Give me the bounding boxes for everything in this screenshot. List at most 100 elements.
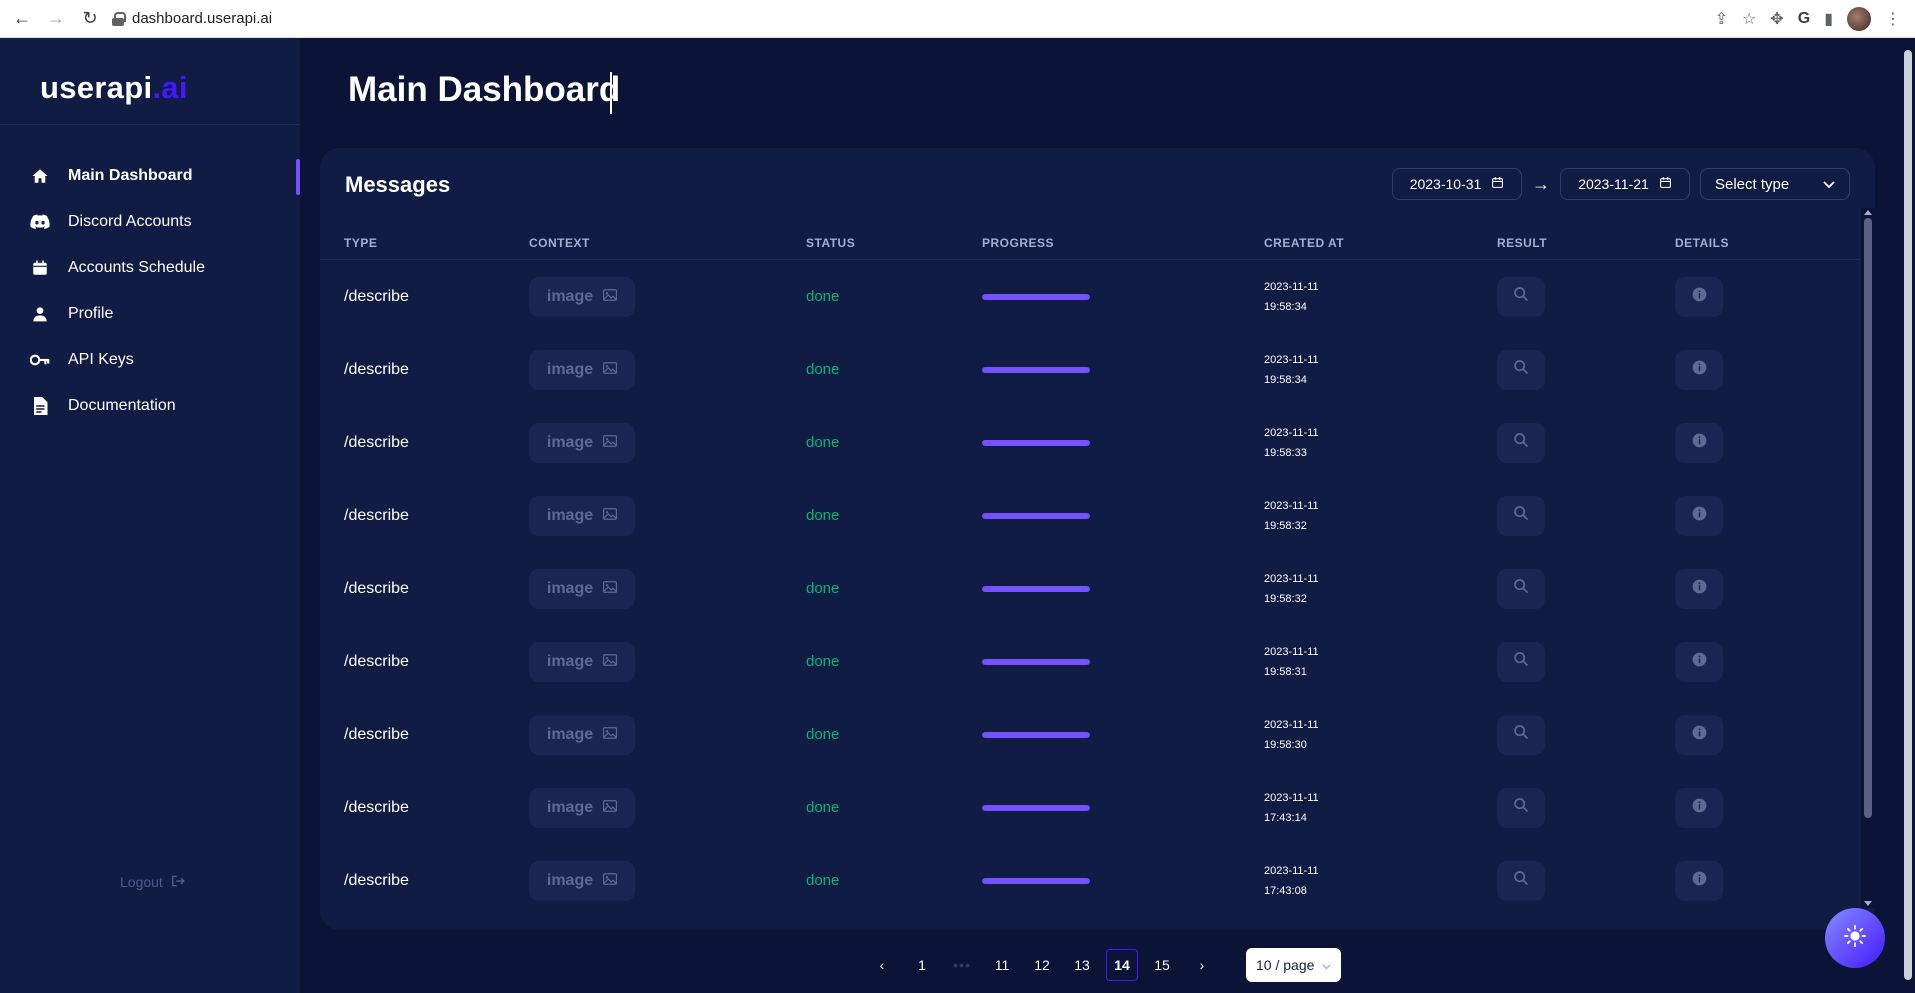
progress-bar-fill <box>982 731 1090 738</box>
context-image-button[interactable]: image <box>529 349 635 390</box>
created-at: 2023-11-11 19:58:32 <box>1264 569 1497 609</box>
sidebar-item-accounts-schedule[interactable]: Accounts Schedule <box>0 245 300 291</box>
address-bar[interactable]: dashboard.userapi.ai <box>112 10 272 27</box>
scroll-down-icon[interactable] <box>1864 901 1872 906</box>
details-info-button[interactable] <box>1675 568 1723 609</box>
text-cursor <box>610 72 612 114</box>
sun-icon <box>1844 924 1866 952</box>
details-info-button[interactable] <box>1675 349 1723 390</box>
page-size-select[interactable]: 10 / page <box>1246 948 1341 982</box>
messages-card: Messages 2023-10-31 → 2023-11-21 Select … <box>320 148 1875 930</box>
table-row: /describe image done 2023-11-11 19:58:30 <box>320 698 1860 771</box>
result-search-button[interactable] <box>1497 641 1545 682</box>
logo-accent: .ai <box>152 70 188 105</box>
extensions-icon[interactable]: ✥ <box>1770 9 1783 29</box>
message-type: /describe <box>344 287 409 305</box>
page-11[interactable]: 11 <box>986 949 1018 981</box>
logout-link[interactable]: Logout <box>120 874 185 890</box>
details-info-button[interactable] <box>1675 787 1723 828</box>
context-image-button[interactable]: image <box>529 568 635 609</box>
page-13[interactable]: 13 <box>1066 949 1098 981</box>
context-image-button[interactable]: image <box>529 860 635 901</box>
context-image-button[interactable]: image <box>529 422 635 463</box>
table-scrollbar[interactable] <box>1861 208 1875 908</box>
scrollbar-thumb[interactable] <box>1864 218 1872 818</box>
sidebar-item-main-dashboard[interactable]: Main Dashboard <box>0 153 300 199</box>
page-ellipsis[interactable]: ••• <box>946 949 978 981</box>
forward-icon[interactable]: → <box>42 5 70 33</box>
next-page-button[interactable]: › <box>1186 949 1218 981</box>
image-icon <box>603 434 618 452</box>
result-cell <box>1497 787 1675 828</box>
sidebar-item-discord-accounts[interactable]: Discord Accounts <box>0 199 300 245</box>
avatar[interactable] <box>1847 6 1871 31</box>
result-search-button[interactable] <box>1497 714 1545 755</box>
share-icon[interactable]: ⇪ <box>1715 9 1728 29</box>
result-search-button[interactable] <box>1497 349 1545 390</box>
info-icon <box>1692 433 1707 453</box>
created-at: 2023-11-11 19:58:33 <box>1264 423 1497 463</box>
logo[interactable]: userapi.ai <box>40 70 188 106</box>
back-icon[interactable]: ← <box>8 5 36 33</box>
details-info-button[interactable] <box>1675 276 1723 317</box>
page-15[interactable]: 15 <box>1146 949 1178 981</box>
image-icon <box>603 580 618 598</box>
context-cell: image <box>529 495 806 536</box>
type-select[interactable]: Select type <box>1700 168 1850 200</box>
result-cell <box>1497 349 1675 390</box>
message-type: /describe <box>344 798 409 816</box>
context-image-button[interactable]: image <box>529 495 635 536</box>
search-icon <box>1513 651 1529 672</box>
column-header-type: TYPE <box>344 235 378 250</box>
details-info-button[interactable] <box>1675 422 1723 463</box>
result-search-button[interactable] <box>1497 276 1545 317</box>
progress-bar <box>982 658 1090 665</box>
context-image-button[interactable]: image <box>529 276 635 317</box>
sidebar-item-documentation[interactable]: Documentation <box>0 383 300 429</box>
star-icon[interactable]: ☆ <box>1742 9 1756 29</box>
message-type: /describe <box>344 433 409 451</box>
prev-page-button[interactable]: ‹ <box>866 949 898 981</box>
sidebar-item-api-keys[interactable]: API Keys <box>0 337 300 383</box>
result-search-button[interactable] <box>1497 422 1545 463</box>
page-scrollbar-thumb[interactable] <box>1904 50 1912 980</box>
url-text[interactable]: dashboard.userapi.ai <box>132 10 272 27</box>
result-search-button[interactable] <box>1497 495 1545 536</box>
result-search-button[interactable] <box>1497 568 1545 609</box>
info-icon <box>1692 506 1707 526</box>
details-info-button[interactable] <box>1675 860 1723 901</box>
menu-icon[interactable]: ⋮ <box>1885 9 1901 29</box>
created-date: 2023-11-11 <box>1264 499 1319 512</box>
scroll-up-icon[interactable] <box>1864 210 1872 215</box>
details-cell <box>1675 568 1825 609</box>
details-info-button[interactable] <box>1675 641 1723 682</box>
side-panel-icon[interactable]: ▮ <box>1824 9 1833 29</box>
search-icon <box>1513 505 1529 526</box>
date-from-input[interactable]: 2023-10-31 <box>1392 168 1522 200</box>
page-14-current[interactable]: 14 <box>1106 949 1138 981</box>
page-12[interactable]: 12 <box>1026 949 1058 981</box>
page-1[interactable]: 1 <box>906 949 938 981</box>
details-cell <box>1675 860 1825 901</box>
sidebar-item-profile[interactable]: Profile <box>0 291 300 337</box>
context-image-button[interactable]: image <box>529 787 635 828</box>
progress-cell <box>982 658 1264 665</box>
google-icon[interactable]: G <box>1798 10 1810 28</box>
result-search-button[interactable] <box>1497 860 1545 901</box>
theme-toggle-button[interactable] <box>1825 908 1885 968</box>
context-cell: image <box>529 860 806 901</box>
image-icon <box>603 507 618 525</box>
page-scrollbar[interactable] <box>1901 38 1915 993</box>
result-search-button[interactable] <box>1497 787 1545 828</box>
details-info-button[interactable] <box>1675 495 1723 536</box>
person-icon <box>30 304 50 324</box>
progress-cell <box>982 804 1264 811</box>
context-label: image <box>546 725 594 743</box>
progress-bar <box>982 731 1090 738</box>
context-image-button[interactable]: image <box>529 714 635 755</box>
context-image-button[interactable]: image <box>529 641 635 682</box>
reload-icon[interactable]: ↻ <box>76 5 104 33</box>
date-to-input[interactable]: 2023-11-21 <box>1560 168 1690 200</box>
details-info-button[interactable] <box>1675 714 1723 755</box>
progress-bar-fill <box>982 877 1090 884</box>
